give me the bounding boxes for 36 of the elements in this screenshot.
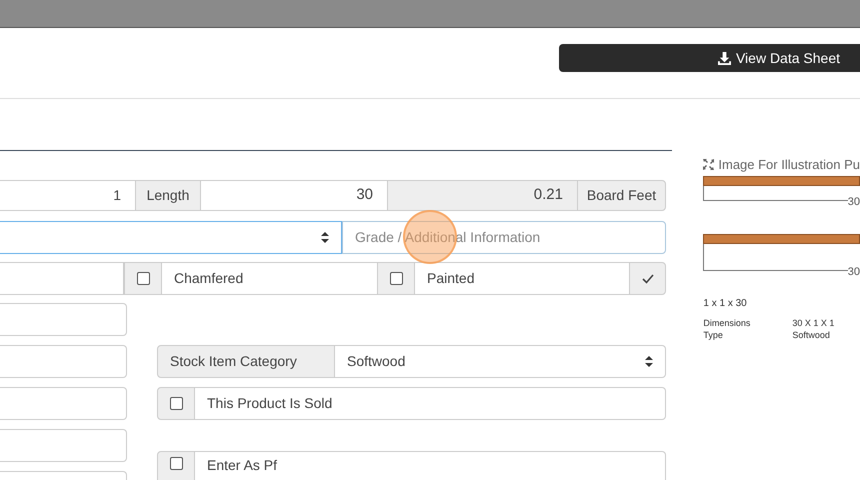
input-field[interactable] [0,345,127,378]
checkbox[interactable] [390,272,402,285]
checkmark-icon [642,274,654,284]
expand-icon [703,159,714,170]
input-field[interactable] [0,387,127,420]
board-feet-field: 0.21 [388,180,577,211]
checkbox[interactable] [136,272,150,285]
download-icon [718,52,731,64]
option-label: Enter As Pf [195,451,666,480]
checkbox[interactable] [170,457,182,470]
option-label: This Product Is Sold [195,387,666,420]
illustration-title: Image For Illustration Pu [718,156,860,174]
confirm-button[interactable] [629,262,666,295]
select-caret-icon [645,356,653,367]
spec-name: Type [703,328,724,340]
checkbox[interactable] [170,397,182,410]
board-feet-label: Board Feet [577,180,666,211]
spec-value: Softwood [792,328,830,340]
category-value: Softwood [347,352,406,371]
dimension-label: 30 [848,266,860,278]
dimension-label: 30 [848,196,860,208]
spec-name: Dimensions [703,316,752,328]
length-field[interactable]: 30 [200,180,388,211]
option-label: Painted [415,262,629,295]
category-label: Stock Item Category [157,345,335,378]
length-label: Length [136,180,200,211]
quantity-field[interactable]: 1 [0,180,136,211]
size-label: 1 x 1 x 30 [703,296,748,310]
option-label: Chamfered [162,262,377,295]
input-field[interactable] [0,429,127,462]
input-field[interactable] [0,303,127,336]
category-select[interactable]: Softwood [335,345,666,378]
view-data-sheet-button[interactable]: View Data Sheet [559,44,860,72]
select-field[interactable] [0,221,342,254]
select-caret-icon [321,232,329,243]
spec-value: 30 X 1 X 1 [792,316,834,328]
